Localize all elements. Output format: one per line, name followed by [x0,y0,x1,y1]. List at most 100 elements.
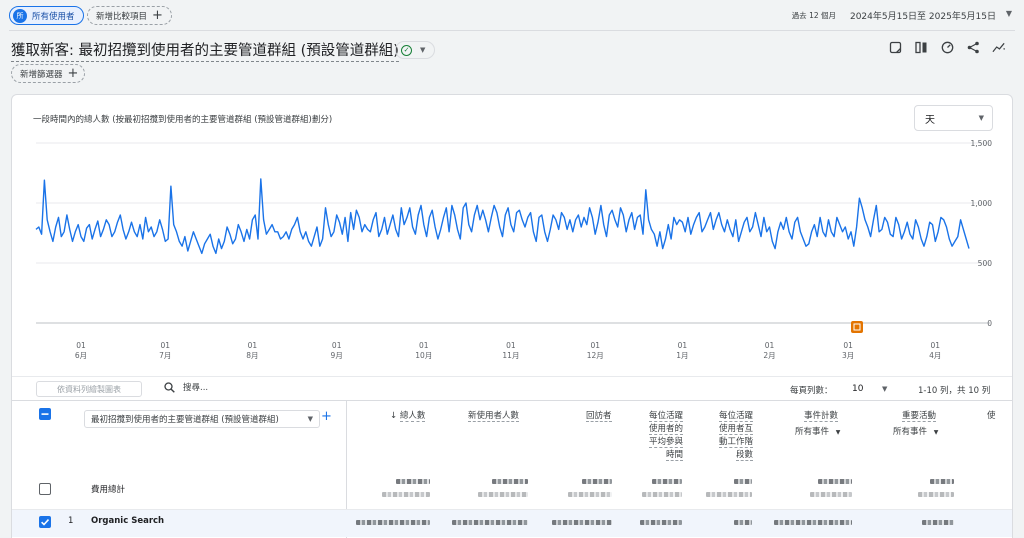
col-header-returning[interactable]: 回訪者 [586,410,612,423]
x-tick-month: 11月 [502,351,519,360]
redacted-value [552,520,612,525]
key-event-filter-select[interactable]: 所有事件 ▼ [893,425,938,437]
totals-label: 費用總計 [91,485,126,495]
col-header-avg-engagement[interactable]: 每位活躍 使用者的 平均參與 時間 [646,410,683,462]
segment-badge: 所 [13,8,27,23]
x-tick-month: 10月 [415,351,432,360]
report-status-button[interactable]: ✓ ▼ [395,41,435,59]
col-label-line: 動工作階 [718,437,753,448]
divider [9,30,1015,31]
row-index: 1 [68,516,74,526]
redacted-value [810,492,852,497]
redacted-value [774,520,852,525]
redacted-value [734,520,752,525]
redacted-value [642,492,682,497]
page-title[interactable]: 獲取新客: 最初招攬到使用者的主要管道群組 (預設管道群組) [11,39,399,62]
divider [12,400,1012,401]
x-tick-month: 4月 [929,351,941,360]
row-checkbox[interactable] [39,516,51,528]
x-tick-month: 6月 [75,351,87,360]
redacted-value [582,479,612,484]
caret-down-icon[interactable]: ▼ [882,385,887,393]
col-label-line: 段數 [735,450,753,461]
share-icon[interactable] [966,40,980,54]
add-comparison-button[interactable]: 新增比較項目 + [87,6,172,25]
dimension-select[interactable]: 最初招攬到使用者的主要管道群組 (預設管道群組) ▼ [84,410,320,428]
x-tick-day: 01 [332,341,342,350]
rows-per-page-select[interactable]: 10 [852,384,863,394]
report-card: 一段時間內的總人數 (按最初招攬到使用者的主要管道群組 (預設管道群組)劃分) … [11,94,1013,538]
plot-rows-button[interactable]: 依資料列繪製圖表 [36,381,142,397]
redacted-value [568,492,612,497]
col-label-line: 平均參與 [648,437,683,448]
redacted-value [918,492,954,497]
col-header-new-users[interactable]: 新使用者人數 [468,410,520,423]
redacted-value [706,492,752,497]
line-chart: 1,5001,0005000016月017月018月019月0110月0111月… [35,139,992,360]
col-label-line: 時間 [665,450,683,461]
add-comparison-label: 新增比較項目 [96,11,148,22]
redacted-value [652,479,682,484]
redacted-value [492,479,528,484]
dimension-label: 最初招攬到使用者的主要管道群組 (預設管道群組) [91,415,279,425]
col-header-total-users[interactable]: ↓ 總人數 [390,410,426,423]
add-filter-label: 新增篩選器 [20,69,63,80]
segment-label: 所有使用者 [32,11,75,22]
note-icon [851,321,863,333]
series-line [35,178,970,255]
col-label: 總人數 [399,411,426,422]
x-tick-day: 01 [419,341,429,350]
x-tick-day: 01 [678,341,688,350]
x-tick-month: 2月 [763,351,775,360]
search-icon [164,381,175,393]
plus-icon: + [152,8,163,23]
plus-icon: + [67,66,79,81]
insights-trend-icon[interactable] [992,40,1006,54]
segment-chip[interactable]: 所 所有使用者 [9,6,84,25]
redacted-value [922,520,954,525]
event-filter-select[interactable]: 所有事件 ▼ [795,425,840,437]
x-tick-day: 01 [248,341,258,350]
col-label-line: 每位活躍 [648,411,683,422]
x-tick-day: 01 [843,341,853,350]
x-tick-day: 01 [160,341,170,350]
col-label: 回訪者 [586,411,612,422]
col-header-sessions-per-user[interactable]: 每位活躍 使用者互 動工作階 段數 [716,410,753,462]
totals-checkbox[interactable] [39,483,51,495]
date-prefix: 過去 12 個月 [791,11,836,20]
redacted-value [478,492,528,497]
x-tick-day: 01 [931,341,941,350]
select-all-checkbox[interactable] [39,408,51,420]
table-search[interactable]: 搜尋... [164,381,208,393]
col-header-event-count[interactable]: 事件計數 [804,410,839,423]
caret-down-icon: ▼ [307,415,313,423]
x-tick-month: 9月 [331,351,343,360]
col-label: 新使用者人數 [468,411,520,422]
key-event-filter-label: 所有事件 [893,427,928,437]
redacted-value [452,520,528,525]
col-label: 使 [987,411,996,421]
col-label-line: 使用者的 [648,424,683,435]
col-header-key-events[interactable]: 重要活動 [902,410,937,423]
col-label: 重要活動 [902,411,937,422]
add-dimension-button[interactable]: + [321,409,332,424]
check-circle-icon: ✓ [401,44,412,56]
compare-columns-icon[interactable] [914,40,928,54]
edit-report-icon[interactable] [888,40,902,54]
x-tick-day: 01 [506,341,516,350]
add-filter-button[interactable]: 新增篩選器 + [11,64,86,83]
redacted-value [930,479,954,484]
divider [12,376,1012,377]
search-placeholder: 搜尋... [183,383,209,393]
date-range-picker[interactable]: 2024年5月15日至 2025年5月15日 [850,9,996,22]
x-tick-month: 12月 [587,351,604,360]
x-tick-month: 8月 [246,351,258,360]
insights-gauge-icon[interactable] [940,40,954,54]
x-tick-month: 7月 [159,351,171,360]
redacted-value [818,479,852,484]
row-dimension-value[interactable]: Organic Search [91,516,164,526]
caret-down-icon[interactable]: ▼ [1006,9,1012,18]
col-header-cut[interactable]: 使 [987,410,996,423]
event-filter-label: 所有事件 [795,427,830,437]
pagination-text: 1-10 列，共 10 列 [918,386,991,396]
